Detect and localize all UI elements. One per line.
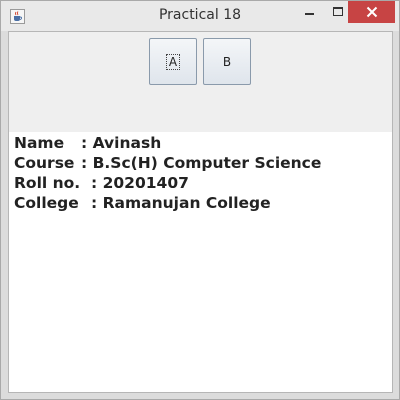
roll-label: Roll no. xyxy=(14,174,81,192)
college-value: Ramanujan College xyxy=(102,194,271,212)
minimize-button[interactable] xyxy=(296,1,324,23)
button-panel: A B xyxy=(9,32,392,132)
course-value: B.Sc(H) Computer Science xyxy=(92,154,322,172)
college-label: College xyxy=(14,194,79,212)
name-value: Avinash xyxy=(92,134,162,152)
course-separator: : xyxy=(81,154,93,172)
college-row: College: Ramanujan College xyxy=(14,193,321,213)
close-button[interactable] xyxy=(348,1,395,23)
college-separator: : xyxy=(91,194,103,212)
course-row: Course: B.Sc(H) Computer Science xyxy=(14,153,321,173)
name-row: Name: Avinash xyxy=(14,133,321,153)
a-button-label: A xyxy=(165,53,181,70)
student-info: Name: Avinash Course: B.Sc(H) Computer S… xyxy=(14,133,321,213)
a-button[interactable]: A xyxy=(149,38,197,85)
minimize-icon xyxy=(305,13,314,15)
app-window: Practical 18 A B Name: Avinash Course: … xyxy=(0,0,400,400)
name-separator: : xyxy=(81,134,93,152)
roll-row: Roll no.: 20201407 xyxy=(14,173,321,193)
roll-separator: : xyxy=(91,174,103,192)
b-button[interactable]: B xyxy=(203,38,251,85)
title-bar[interactable]: Practical 18 xyxy=(1,1,399,31)
close-icon xyxy=(366,6,377,18)
roll-value: 20201407 xyxy=(102,174,189,192)
name-label: Name xyxy=(14,134,65,152)
course-label: Course xyxy=(14,154,75,172)
b-button-label: B xyxy=(222,54,232,69)
content-pane: A B Name: Avinash Course: B.Sc(H) Comput… xyxy=(8,31,393,393)
maximize-icon xyxy=(333,7,343,16)
